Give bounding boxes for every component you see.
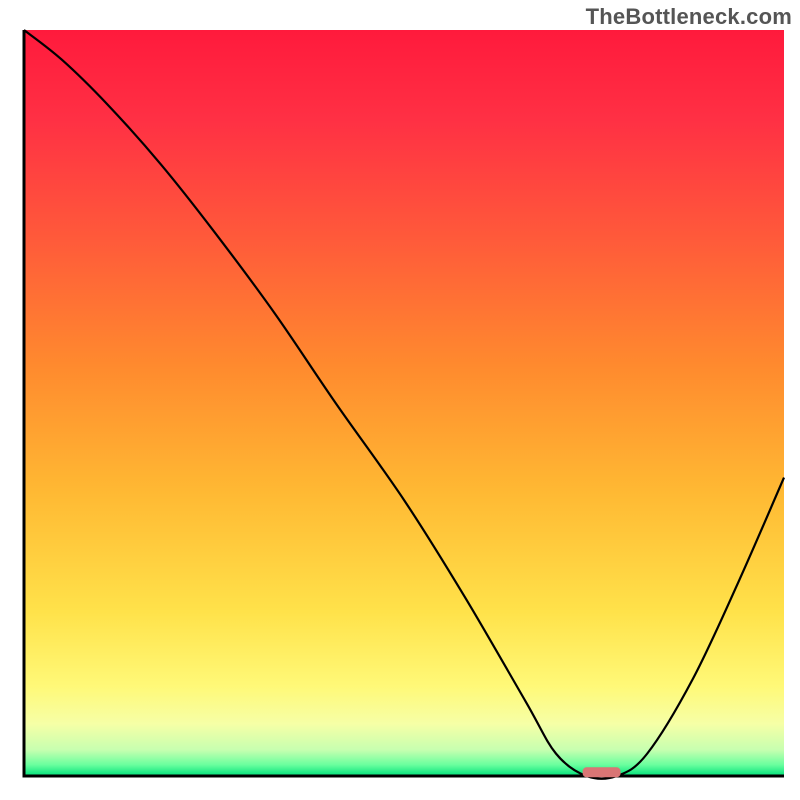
- watermark-text: TheBottleneck.com: [586, 4, 792, 30]
- optimal-marker: [583, 767, 621, 777]
- plot-background: [24, 30, 784, 776]
- bottleneck-chart: [0, 0, 800, 800]
- chart-container: TheBottleneck.com: [0, 0, 800, 800]
